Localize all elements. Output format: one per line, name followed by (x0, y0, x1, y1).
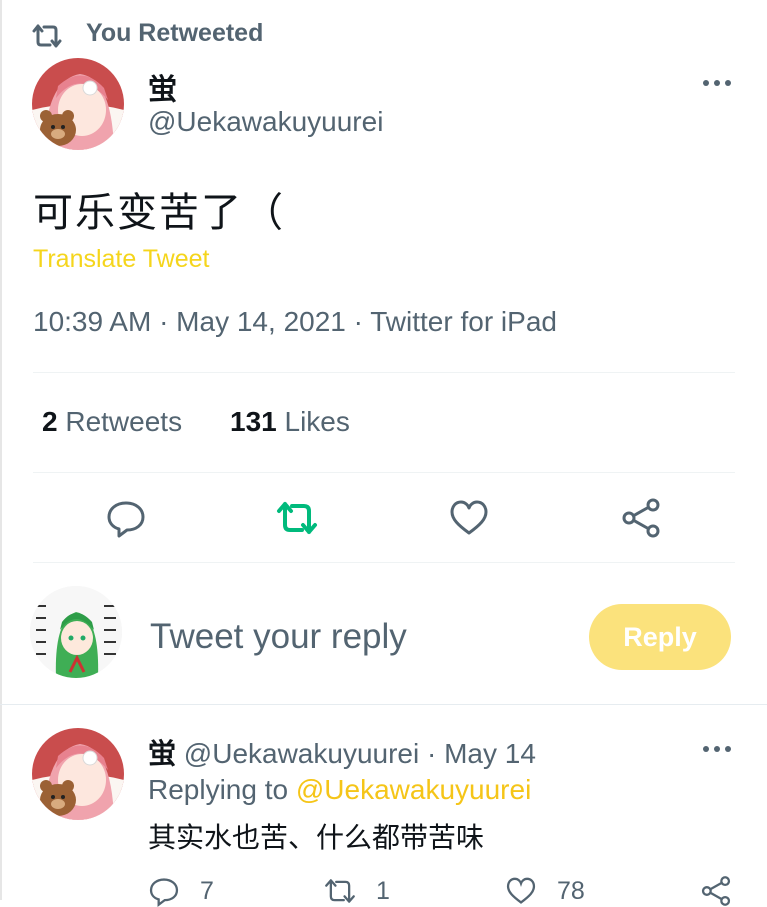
tweet-timestamp[interactable]: 10:39 AM · May 14, 2021 · Twitter for iP… (33, 306, 557, 338)
like-count: 78 (557, 876, 585, 905)
reply-more-options-icon[interactable] (700, 732, 734, 766)
reply-header: 蛍 @Uekawakuyuurei · May 14 (148, 732, 536, 772)
reply-handle[interactable]: @Uekawakuyuurei (184, 738, 419, 769)
retweet-active-icon[interactable] (276, 497, 318, 539)
reply-share-action[interactable] (700, 876, 732, 906)
share-icon (701, 876, 731, 906)
like-icon (506, 877, 536, 904)
reply-input[interactable]: Tweet your reply (150, 617, 407, 657)
author-display-name[interactable]: 蛍 (148, 66, 177, 108)
likes-count: 131 (230, 406, 277, 437)
reply-count: 7 (200, 876, 214, 905)
replying-to-mention[interactable]: @Uekawakuyuurei (296, 774, 531, 805)
reply-text: 其实水也苦、什么都带苦味 (148, 821, 485, 854)
tweet-text: 可乐变苦了（ (33, 190, 285, 236)
reply-icon[interactable] (105, 497, 147, 539)
divider (33, 372, 735, 373)
replying-prefix: Replying to (148, 774, 289, 805)
author-handle[interactable]: @Uekawakuyuurei (148, 106, 383, 138)
section-divider (0, 704, 767, 705)
reply-display-name[interactable]: 蛍 (148, 737, 176, 770)
replying-to: Replying to @Uekawakuyuurei (148, 774, 531, 806)
retweet-count: 1 (376, 876, 390, 905)
like-icon[interactable] (448, 497, 490, 539)
my-avatar[interactable] (30, 586, 122, 678)
author-avatar[interactable] (32, 58, 124, 150)
reply-button[interactable]: Reply (589, 604, 731, 670)
reply-like-action[interactable]: 78 (505, 876, 585, 906)
retweet-icon (325, 879, 355, 903)
left-border (0, 0, 2, 900)
more-options-icon[interactable] (700, 66, 734, 100)
retweet-label: You Retweeted (86, 19, 264, 47)
retweets-count: 2 (42, 406, 58, 437)
retweet-icon (32, 24, 62, 48)
share-icon[interactable] (620, 497, 662, 539)
translate-tweet-link[interactable]: Translate Tweet (33, 245, 209, 274)
likes-label: Likes (284, 406, 350, 437)
reply-date[interactable]: · May 14 (427, 738, 536, 769)
retweets-stat[interactable]: 2 Retweets (42, 406, 182, 438)
reply-icon (149, 878, 179, 907)
divider (33, 562, 735, 563)
likes-stat[interactable]: 131 Likes (230, 406, 350, 438)
divider (33, 472, 735, 473)
retweets-label: Retweets (65, 406, 183, 437)
reply-author-avatar[interactable] (32, 728, 124, 820)
reply-retweet-action[interactable]: 1 (324, 876, 390, 906)
reply-reply-action[interactable]: 7 (148, 876, 214, 907)
